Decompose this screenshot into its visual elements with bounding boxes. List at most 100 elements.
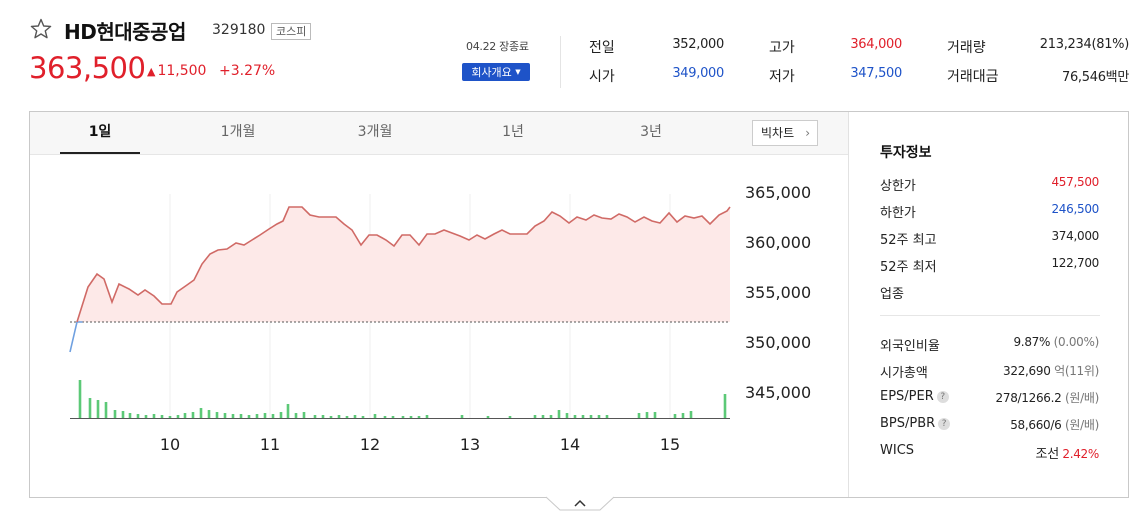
summary-value-volume: 213,234(81%) [1039,37,1130,52]
volume-bar [409,416,413,418]
inv-value-wics[interactable]: 조선 2.42% [1035,443,1100,462]
summary-label-low: 저가 [769,69,795,85]
inv-value-52w-low: 122,700 [1051,256,1099,270]
volume-bar [176,415,180,418]
summary-value-trade-value: 76,546백만 [1061,70,1129,85]
volume-bar [286,404,290,418]
expand-toggle[interactable] [544,496,616,511]
volume-bar [279,412,283,418]
volume-bar [329,416,333,418]
y-tick-label: 360,000 [745,233,811,252]
inv-label-bps-pbr: BPS/PBR? [880,416,951,431]
price-change-value: 11,500 [157,63,207,79]
volume-bar [345,416,349,418]
x-tick-label: 13 [460,435,480,454]
volume-bar [168,416,172,418]
inv-value-market-cap: 322,690 억(11위) [1003,362,1099,379]
volume-bar [121,411,125,418]
company-overview-button[interactable]: 회사개요 ▼ [462,63,530,81]
help-question-icon[interactable]: ? [936,391,949,403]
volume-bar [589,415,593,418]
summary-label-volume: 거래량 [947,40,986,56]
eps-per-unit: (원/배) [1065,391,1099,405]
stock-summary-page: HD현대중공업 329180 코스피 363,500 ▲ 11,500 +3.27… [0,0,1144,511]
volume-bar [391,416,395,418]
inv-value-lower-limit: 246,500 [1051,202,1099,216]
x-tick-label: 11 [260,435,280,454]
price-change: ▲ 11,500 [147,63,206,79]
panel-divider [848,112,849,497]
foreign-ratio-change: (0.00%) [1053,335,1100,349]
current-price: 363,500 [29,51,146,85]
price-change-percent: +3.27% [219,63,276,79]
intraday-price-chart[interactable]: 365,000 360,000 355,000 350,000 345,000 10 11 1… [30,112,848,497]
volume-bar [557,410,561,418]
inv-label-wics: WICS [880,443,915,458]
bps-pbr-value: 58,660/6 [1010,418,1062,432]
volume-bar [271,414,275,418]
inv-label-market-cap: 시가총액 [880,366,928,381]
volume-bar [541,415,545,418]
volume-bar [78,380,82,418]
volume-bar [302,412,306,418]
volume-bar [723,394,727,418]
volume-bar [486,416,490,418]
volume-bar [128,413,132,418]
volume-bar [653,412,657,418]
stock-name: HD현대중공업 [64,20,186,44]
volume-bar [113,410,117,418]
volume-bar [255,414,259,418]
volume-bar [460,415,464,418]
volume-bar [383,416,387,418]
help-question-icon[interactable]: ? [938,418,951,430]
volume-bar [597,415,601,418]
volume-bar [565,413,569,418]
market-cap-rank: 억(11위) [1054,364,1099,378]
volume-bar [191,412,195,418]
volume-bar [425,415,429,418]
favorite-star-icon[interactable] [29,17,53,41]
volume-bar [508,416,512,418]
volume-bar [689,411,693,418]
x-tick-label: 10 [160,435,180,454]
x-tick-label: 12 [360,435,380,454]
price-line-below-baseline [69,321,83,353]
summary-label-high: 고가 [769,40,795,56]
summary-value-low: 347,500 [850,66,902,81]
volume-bar [673,414,677,418]
volume-bar [247,415,251,418]
volume-bar [337,415,341,418]
inv-label-lower-limit: 하한가 [880,206,916,221]
summary-label-open: 시가 [589,69,615,85]
summary-value-prev-close: 352,000 [672,37,724,52]
market-badge: 코스피 [271,23,312,40]
eps-per-value: 278/1266.2 [995,391,1062,405]
stock-code: 329180 [212,22,266,38]
y-tick-label: 345,000 [745,383,811,402]
summary-label-trade-value: 거래대금 [947,69,999,85]
header-divider [560,36,561,88]
volume-bar [231,414,235,418]
volume-bar [207,410,211,418]
y-tick-label: 350,000 [745,333,811,352]
summary-value-high: 364,000 [850,37,902,52]
inv-label-foreign-ratio: 외국인비율 [880,339,940,354]
wics-sector: 조선 [1035,447,1060,462]
volume-bar [681,413,685,418]
x-tick-label: 15 [660,435,680,454]
trading-status: 04.22 장종료 [466,40,529,53]
volume-bar [96,400,100,418]
volume-bar [152,414,156,418]
chart-container: 1일 1개월 3개월 1년 3년 빅차트 › 365,000 360,000 355,… [29,111,1129,498]
y-tick-label: 365,000 [745,183,811,202]
volume-bar [581,415,585,418]
market-cap-value: 322,690 [1003,364,1051,378]
volume-bar [199,408,203,418]
wics-sector-change: 2.42% [1062,447,1099,461]
volume-bar [373,414,377,418]
volume-bar [104,402,108,418]
x-tick-label: 14 [560,435,580,454]
volume-bar [401,416,405,418]
volume-bar [136,414,140,418]
summary-value-open: 349,000 [672,66,724,81]
